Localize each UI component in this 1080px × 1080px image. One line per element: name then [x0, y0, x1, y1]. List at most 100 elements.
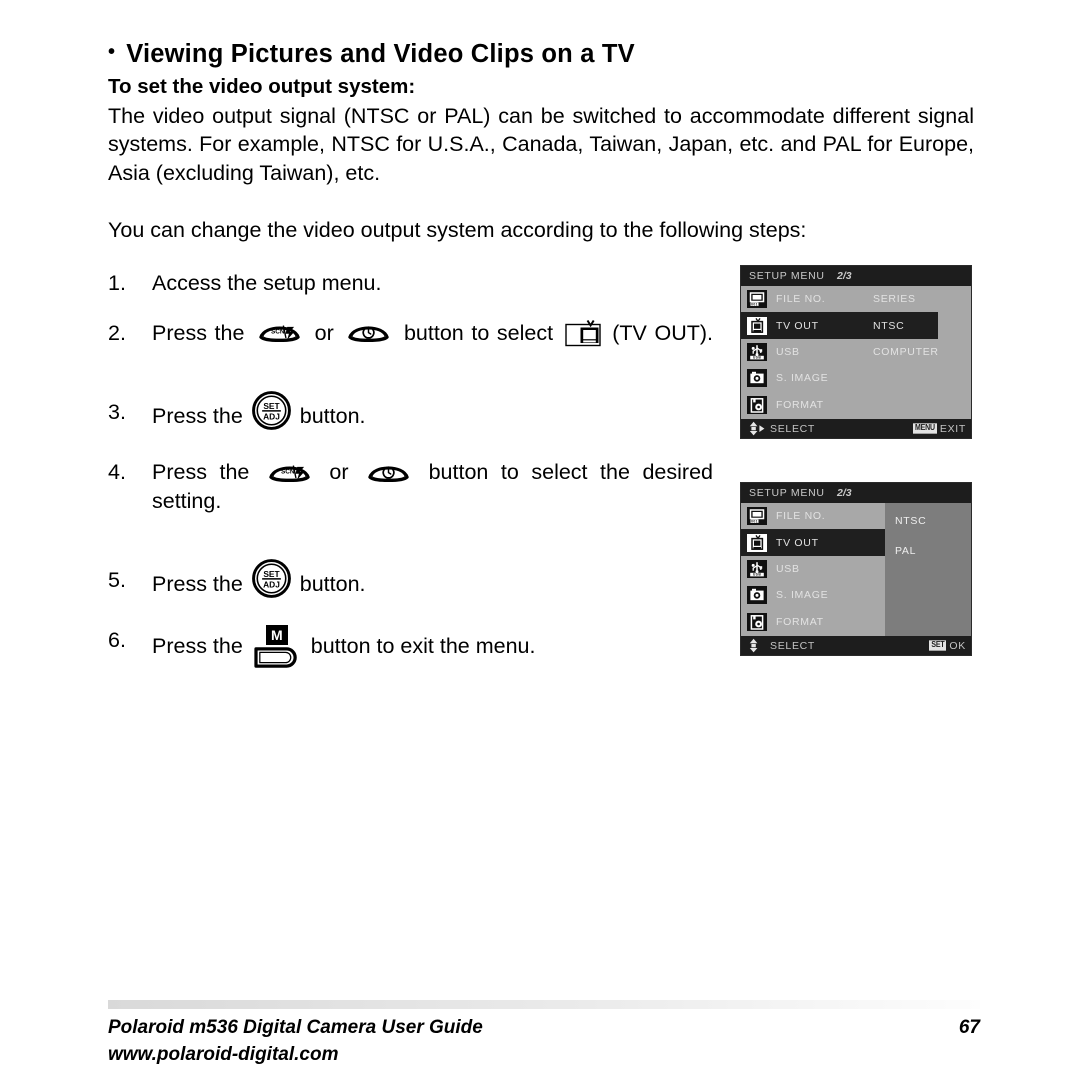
lcd-body: 001 FILE NO. SERIES TV OUT NTSC USB USB COMPU… — [741, 286, 971, 419]
file-no-icon: 001 — [747, 507, 767, 526]
bullet-icon: • — [108, 41, 116, 64]
step-number: 2. — [108, 321, 126, 346]
lcd-menu-row-label: USB — [776, 345, 800, 358]
lcd-menu-row[interactable]: S. IMAGE — [741, 582, 885, 608]
s-image-icon — [747, 369, 767, 388]
step-text: Access the setup menu. — [152, 269, 713, 298]
svg-text:ADJ: ADJ — [263, 412, 280, 422]
lcd-menu-row-value: COMPUTER — [873, 345, 939, 358]
step-text: Press the SCN or button to select the de… — [152, 458, 713, 545]
step-number: 4. — [108, 460, 126, 485]
up-down-right-arrows-icon — [749, 421, 765, 436]
lcd-action-label: OK — [949, 639, 966, 652]
format-icon — [747, 612, 767, 631]
intro-paragraph: The video output signal (NTSC or PAL) ca… — [108, 103, 974, 185]
format-icon — [747, 395, 767, 414]
lcd-menu-row-value: SERIES — [873, 293, 916, 306]
svg-text:SCN: SCN — [281, 468, 295, 475]
lcd-menu-row[interactable]: USB USB — [741, 556, 885, 582]
tv-out-submenu-panel: NTSC PAL — [885, 503, 971, 636]
svg-text:SET: SET — [263, 401, 280, 411]
guide-title: Polaroid m536 Digital Camera User Guide — [108, 1017, 483, 1038]
lcd-title-bar: SETUP MENU 2/3 — [741, 483, 971, 503]
tv-out-submenu-option[interactable]: NTSC — [895, 515, 971, 545]
page-number: 67 — [958, 1017, 980, 1038]
svg-text:SET: SET — [263, 569, 280, 579]
svg-text:001: 001 — [751, 520, 758, 524]
tv-out-glyph-icon — [561, 320, 605, 348]
numbered-steps-list: 1. Access the setup menu. 2. Press the SCN … — [108, 269, 713, 669]
lcd-menu-row[interactable]: USB USB COMPUTER — [741, 339, 971, 365]
lcd-menu-row-label: FORMAT — [776, 398, 824, 411]
step-item: 2. Press the SCN or button to select (TV … — [108, 319, 713, 377]
step-text-fragment: or — [307, 321, 342, 346]
step-text: Press the M button to exit the menu. — [152, 625, 713, 669]
step-number: 5. — [108, 568, 126, 593]
scn-flash-button-icon: SCN — [262, 462, 317, 486]
lcd-menu-row-selected[interactable]: TV OUT NTSC — [741, 312, 938, 339]
step-number: 1. — [108, 271, 126, 296]
lcd-select-label: SELECT — [770, 422, 816, 435]
lcd-menu-row-label: S. IMAGE — [776, 589, 829, 602]
self-timer-button-icon — [341, 322, 396, 346]
svg-text:SCN: SCN — [271, 329, 285, 336]
up-down-arrows-icon — [749, 638, 758, 653]
page-footer: Polaroid m536 Digital Camera User Guide … — [108, 1000, 980, 1066]
lcd-page-indicator: 2/3 — [837, 487, 852, 499]
page-title: • Viewing Pictures and Video Clips on a … — [108, 40, 980, 68]
svg-text:USB: USB — [753, 356, 762, 360]
step-text-fragment: (TV OUT). — [604, 321, 713, 346]
step-number: 6. — [108, 628, 126, 653]
lcd-title-bar: SETUP MENU 2/3 — [741, 266, 971, 286]
lcd-body: 001 FILE NO. TV OUT USB USB S. IMAGE FORMA… — [741, 503, 971, 636]
step-item: 5. Press the SET ADJ button. — [108, 559, 713, 605]
step-text-fragment: button. — [293, 572, 366, 597]
step-text-fragment: button to exit the menu. — [304, 634, 536, 659]
lcd-menu-row[interactable]: S. IMAGE — [741, 365, 971, 391]
lcd-setup-menu-screenshot-2: SETUP MENU 2/3 001 FILE NO. TV OUT USB USB — [740, 482, 972, 656]
step-text-fragment: Press the — [152, 321, 253, 346]
lcd-rows: 001 FILE NO. SERIES TV OUT NTSC USB USB COMPU… — [741, 286, 971, 418]
m-badge-label: M — [265, 625, 288, 646]
step-text: Press the SET ADJ button. — [152, 559, 713, 605]
lcd-menu-row-label: FILE NO. — [776, 293, 826, 306]
tv-out-submenu-option[interactable]: PAL — [895, 545, 971, 575]
lcd-menu-row[interactable]: FORMAT — [741, 609, 885, 635]
lcd-menu-row[interactable]: 001 FILE NO. — [741, 503, 885, 529]
lcd-page-indicator: 2/3 — [837, 270, 852, 282]
step-text-fragment: Press the — [152, 460, 262, 485]
lcd-action-label: EXIT — [939, 422, 966, 435]
lead-in-paragraph: You can change the video output system a… — [108, 218, 807, 243]
set-key-badge: SET — [929, 640, 947, 651]
set-adj-button-icon: SET ADJ — [249, 391, 294, 437]
lcd-menu-row-selected[interactable]: TV OUT — [741, 529, 885, 556]
lcd-menu-row[interactable]: FORMAT — [741, 392, 971, 418]
usb-icon: USB — [747, 342, 767, 361]
step-text: Press the SET ADJ button. — [152, 391, 713, 437]
lcd-menu-row-label: S. IMAGE — [776, 372, 829, 385]
menu-key-badge: MENU — [913, 423, 937, 434]
section-subtitle: To set the video output system: — [108, 75, 416, 99]
step-text-fragment: Press the — [152, 634, 249, 659]
svg-text:ADJ: ADJ — [263, 580, 280, 590]
lcd-menu-row-value: NTSC — [873, 319, 905, 332]
page-title-text: Viewing Pictures and Video Clips on a TV — [126, 40, 635, 68]
usb-icon: USB — [747, 559, 767, 578]
menu-button-icon: M — [254, 625, 300, 669]
step-text-fragment: button. — [293, 404, 366, 429]
step-item: 3. Press the SET ADJ button. — [108, 391, 713, 437]
lcd-select-label: SELECT — [770, 639, 816, 652]
lcd-menu-row-label: USB — [776, 562, 800, 575]
lcd-menu-row-label: TV OUT — [776, 536, 819, 549]
footer-website: www.polaroid-digital.com — [108, 1044, 339, 1065]
step-item: 6. Press the M button to exit the menu. — [108, 625, 713, 669]
lcd-footer-bar: SELECT MENU EXIT — [741, 419, 971, 438]
lcd-menu-row[interactable]: 001 FILE NO. SERIES — [741, 286, 971, 312]
lcd-rows: 001 FILE NO. TV OUT USB USB S. IMAGE FORMA… — [741, 503, 885, 635]
step-text-fragment: Press the — [152, 572, 249, 597]
self-timer-button-icon — [361, 462, 416, 486]
set-adj-button-icon: SET ADJ — [249, 559, 294, 605]
step-text-fragment: or — [316, 460, 362, 485]
lcd-menu-row-label: FORMAT — [776, 615, 824, 628]
